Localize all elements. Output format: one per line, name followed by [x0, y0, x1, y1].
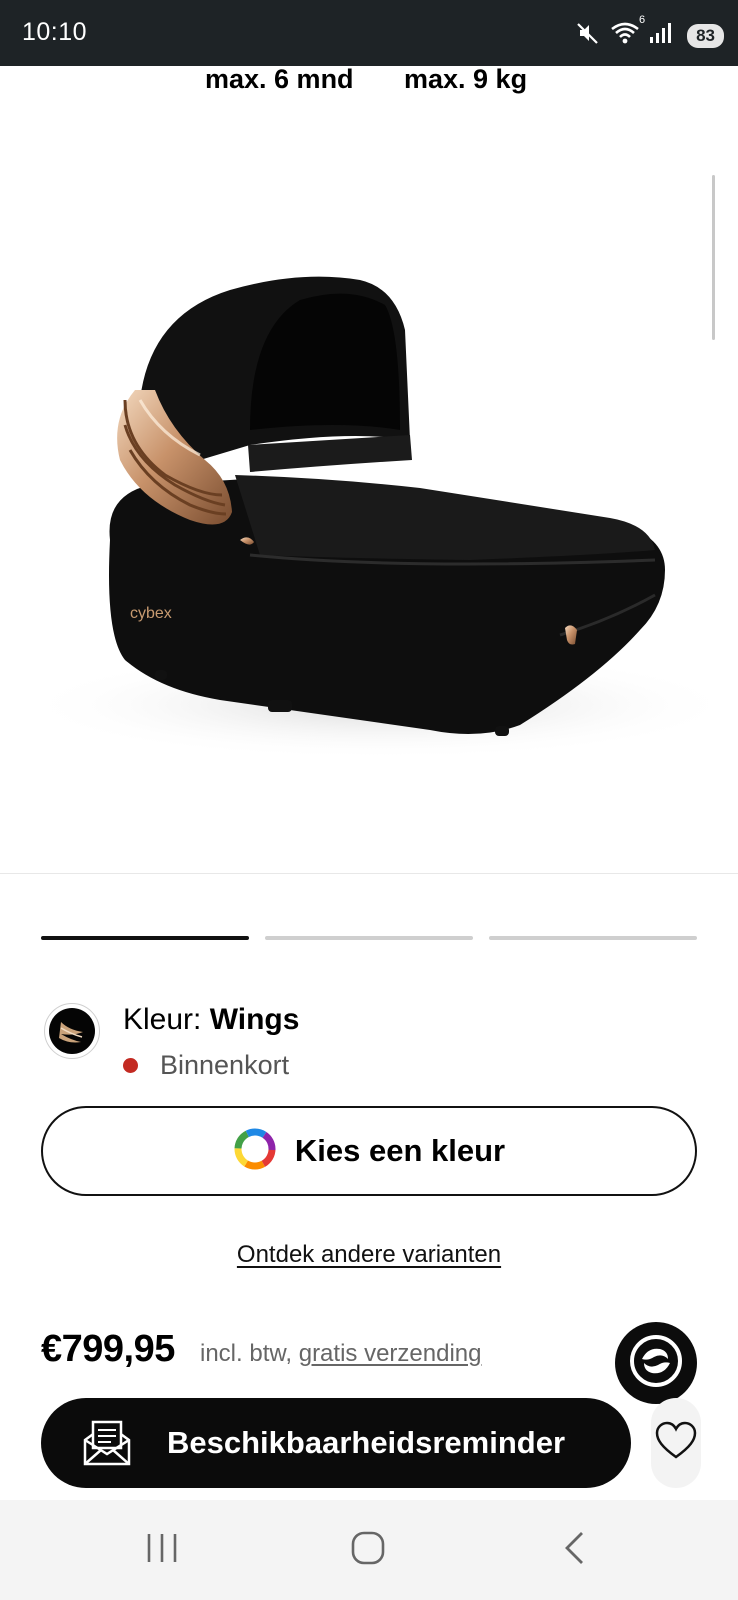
spec-max-weight: max. 9 kg: [404, 64, 528, 94]
cybex-logo-icon: [626, 1331, 686, 1396]
image-divider: [0, 873, 738, 874]
carousel-dot-1[interactable]: [41, 936, 249, 940]
mute-icon: [575, 20, 601, 51]
image-carousel-indicator[interactable]: [41, 936, 697, 940]
scroll-indicator[interactable]: [712, 175, 715, 340]
choose-color-button[interactable]: Kies een kleur: [41, 1106, 697, 1196]
choose-color-label: Kies een kleur: [294, 1133, 506, 1168]
wifi-icon: 6: [609, 14, 645, 51]
availability-status: Binnenkort: [123, 1050, 289, 1081]
vat-note: incl. btw,: [200, 1340, 299, 1367]
carousel-dot-2[interactable]: [265, 936, 473, 940]
heart-icon: [654, 1421, 698, 1466]
status-icons: 6 83: [575, 14, 724, 51]
color-swatch[interactable]: [44, 1003, 100, 1059]
battery-icon: 83: [687, 23, 724, 48]
product-image[interactable]: cybex: [0, 100, 738, 870]
reminder-label: Beschikbaarheidsreminder: [167, 1425, 566, 1460]
wifi-badge: 6: [638, 14, 646, 26]
brand-chat-button[interactable]: [615, 1322, 697, 1404]
carousel-dot-3[interactable]: [489, 936, 697, 940]
wishlist-button[interactable]: [651, 1398, 701, 1488]
status-bar: 10:10 6 83: [0, 0, 738, 66]
home-icon[interactable]: [350, 1530, 386, 1571]
availability-reminder-button[interactable]: Beschikbaarheidsreminder: [41, 1398, 631, 1488]
color-label-prefix: Kleur:: [123, 1003, 210, 1036]
recent-apps-icon[interactable]: [145, 1530, 179, 1571]
price: €799,95: [41, 1328, 175, 1370]
status-time: 10:10: [22, 18, 88, 46]
signal-icon: [649, 21, 673, 50]
svg-text:cybex: cybex: [130, 605, 172, 622]
price-note: incl. btw, gratis verzending: [200, 1340, 481, 1368]
product-specs: max. 6 mnd max. 9 kg: [0, 62, 738, 94]
wings-swatch-icon: [49, 1008, 95, 1054]
discover-variants-link[interactable]: Ontdek andere varianten: [0, 1241, 738, 1269]
spec-max-age: max. 6 mnd: [205, 64, 354, 94]
color-wheel-icon: [233, 1127, 277, 1176]
mail-icon: [81, 1418, 133, 1473]
color-name: Wings: [209, 1003, 300, 1036]
navigation-bar: [0, 1500, 738, 1600]
availability-text: Binnenkort: [160, 1050, 290, 1080]
color-label: Kleur: Wings: [123, 1003, 299, 1037]
free-shipping-link[interactable]: gratis verzending: [299, 1340, 482, 1367]
availability-dot: [123, 1058, 138, 1073]
back-icon[interactable]: [562, 1530, 588, 1571]
